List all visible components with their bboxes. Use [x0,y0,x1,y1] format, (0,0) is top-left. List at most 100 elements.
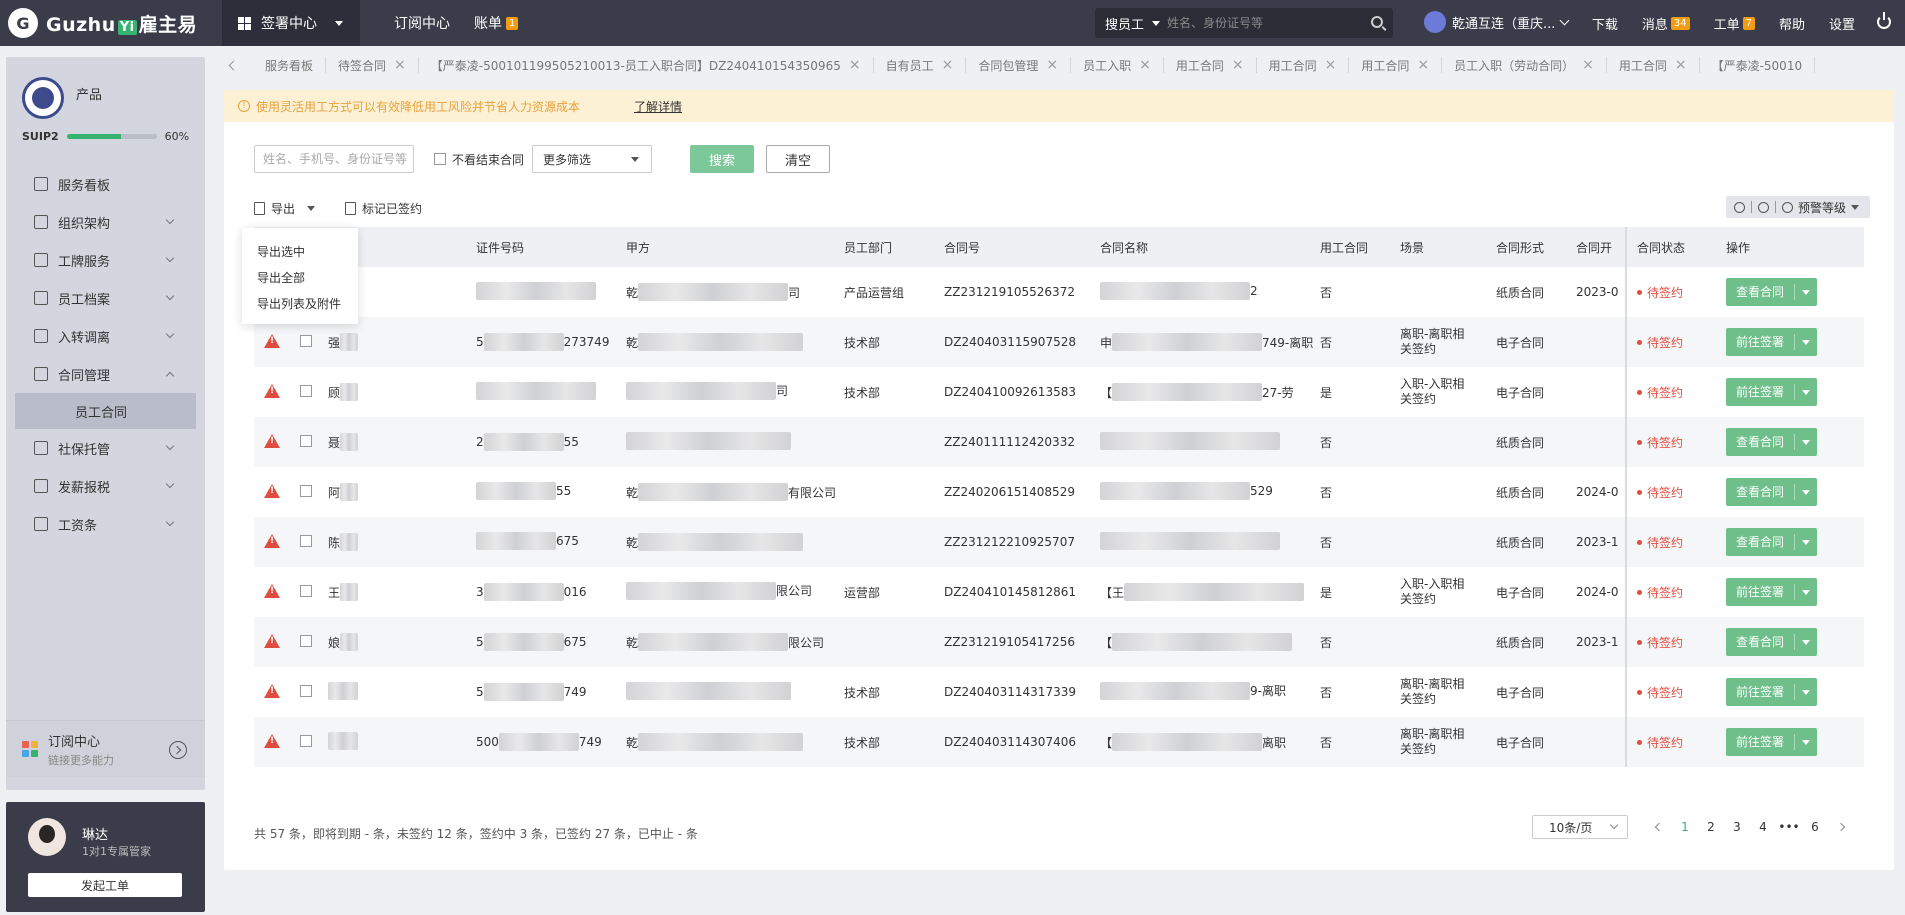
sidebar-item-menu3[interactable]: 员工档案 [6,279,205,317]
tab-1[interactable]: 待签合同 × [326,57,419,73]
caret-down-icon[interactable] [1795,289,1817,295]
keyword-input[interactable] [254,145,414,173]
close-icon[interactable]: × [1675,57,1687,73]
top-link-0[interactable]: 下载 [1592,14,1618,33]
export-option[interactable]: 导出列表及附件 [242,290,358,316]
close-icon[interactable]: × [942,57,954,73]
top-link-1[interactable]: 消息 34 [1642,14,1690,33]
row-action-button[interactable]: 查看合同 [1726,428,1818,456]
tabs-prev-icon[interactable] [228,60,239,70]
row-checkbox[interactable] [300,534,312,547]
page-size-select[interactable]: 10条/页 [1532,815,1628,839]
tab-11[interactable]: 【严泰凌-50010 [1700,57,1816,73]
row-action-button[interactable]: 前往签署 [1726,378,1818,406]
export-option[interactable]: 导出全部 [242,264,358,290]
page-number[interactable]: 1 [1672,820,1698,834]
mark-signed-button[interactable]: 标记已签约 [345,200,422,217]
row-action-button[interactable]: 查看合同 [1726,478,1818,506]
top-link-4[interactable]: 设置 [1829,14,1855,33]
caret-down-icon[interactable] [1795,389,1817,395]
search-type-select[interactable]: 搜员工 [1095,14,1167,33]
caret-down-icon[interactable] [1795,539,1817,545]
caret-down-icon[interactable] [1795,489,1817,495]
table-row[interactable]: 聂 2 55 ZZ240111112420332 否 纸质合同 待签约查看合同 [254,417,1864,467]
company-switcher[interactable]: 乾通互连（重庆... [1424,11,1570,33]
table-row[interactable]: 娘 5 675 乾 限公司 ZZ231219105417256【 否 纸质合同2023-1 待签… [254,617,1864,667]
export-button[interactable]: 导出 [254,200,316,217]
caret-down-icon[interactable] [1795,639,1817,645]
nav-item-1[interactable]: 账单 1 [474,13,519,33]
tab-9[interactable]: 员工入职（劳动合同） × [1442,57,1607,73]
close-icon[interactable]: × [1417,57,1429,73]
close-icon[interactable]: × [1582,57,1594,73]
sidebar-item-menu2[interactable]: 工牌服务 [6,241,205,279]
warning-level-filter[interactable]: 预警等级 [1782,199,1860,216]
row-checkbox[interactable] [300,384,312,397]
row-action-button[interactable]: 前往签署 [1726,328,1818,356]
close-icon[interactable]: × [849,57,861,73]
caret-down-icon[interactable] [1795,439,1817,445]
sidebar-item-menu20[interactable]: 社保托管 [6,429,205,467]
export-option[interactable]: 导出选中 [242,238,358,264]
table-row[interactable]: 雷乾司产品运营组ZZ2312191055263722否纸质合同2023-0待签约… [254,267,1864,317]
table-row[interactable]: 强 5 273749 乾 技术部DZ240403115907528申 749-离职否离职-… [254,317,1864,367]
arrow-right-circle-icon[interactable] [169,741,187,759]
next-page-icon[interactable] [1836,822,1846,832]
row-checkbox[interactable] [300,334,312,347]
row-checkbox[interactable] [300,634,312,647]
table-row[interactable]: 阿 55 乾 有限公司 ZZ240206151408529 529 否 纸质合同 2024-0 待… [254,467,1864,517]
tab-10[interactable]: 用工合同 × [1607,57,1700,73]
top-link-3[interactable]: 帮助 [1779,14,1805,33]
module-switcher[interactable]: 签署中心 [222,0,360,46]
row-action-button[interactable]: 查看合同 [1726,628,1818,656]
search-input[interactable] [1167,16,1347,30]
row-action-button[interactable]: 前往签署 [1726,728,1818,756]
caret-down-icon[interactable] [1795,589,1817,595]
learn-more-link[interactable]: 了解详情 [634,98,682,115]
page-number[interactable]: 4 [1750,820,1776,834]
table-row[interactable]: 5 749 技术部 DZ240403114317339 9-离职 否 离职-离职相关签约 电子… [254,667,1864,717]
top-link-2[interactable]: 工单 7 [1714,14,1755,33]
close-icon[interactable]: × [1325,57,1337,73]
page-number[interactable]: 2 [1698,820,1724,834]
sidebar-item-menu1[interactable]: 组织架构 [6,203,205,241]
tab-4[interactable]: 合同包管理 × [966,57,1072,73]
tab-2[interactable]: 【严泰凌-500101199505210013-员工入职合同】DZ2404101… [419,57,874,73]
sidebar-item-menu4[interactable]: 入转调离 [6,317,205,355]
product-switcher[interactable]: 产品 [22,77,102,119]
close-icon[interactable]: × [394,57,406,73]
create-ticket-button[interactable]: 发起工单 [28,873,182,897]
settings-icon[interactable] [1734,201,1745,213]
nav-item-0[interactable]: 订阅中心 [394,13,450,33]
row-action-button[interactable]: 前往签署 [1726,578,1818,606]
row-action-button[interactable]: 查看合同 [1726,278,1818,306]
row-checkbox[interactable] [300,584,312,597]
page-number[interactable]: ••• [1776,820,1802,834]
row-checkbox[interactable] [300,434,312,447]
tab-6[interactable]: 用工合同 × [1164,57,1257,73]
clear-button[interactable]: 清空 [766,145,831,173]
table-row[interactable]: 顾 司 技术部 DZ240410092613583 【 27-劳 是 入职-入职相关签约 电子合… [254,367,1864,417]
row-checkbox[interactable] [300,484,312,497]
row-checkbox[interactable] [300,684,312,697]
caret-down-icon[interactable] [1795,339,1817,345]
sidebar-item-menu21[interactable]: 发薪报税 [6,467,205,505]
more-filters-select[interactable]: 更多筛选 [532,145,653,173]
tab-7[interactable]: 用工合同 × [1257,57,1350,73]
search-icon[interactable] [1371,16,1383,28]
subscribe-center[interactable]: 订阅中心 链接更多能力 [6,720,205,777]
row-action-button[interactable]: 查看合同 [1726,528,1818,556]
tab-0[interactable]: 服务看板 [253,57,327,73]
page-number[interactable]: 6 [1802,820,1828,834]
sidebar-item-menu22[interactable]: 工资条 [6,505,205,543]
page-number[interactable]: 3 [1724,820,1750,834]
sidebar-subitem-employee-contract[interactable]: 员工合同 [15,393,196,429]
table-row[interactable]: 陈 675 乾 ZZ231212210925707 否 纸质合同2023-1 待签约查看合同 [254,517,1864,567]
caret-down-icon[interactable] [1795,689,1817,695]
prev-page-icon[interactable] [1654,822,1664,832]
close-icon[interactable]: × [1046,57,1058,73]
table-row[interactable]: 500 749 乾 技术部DZ240403114307406【 离职 否离职-离职相关签约… [254,717,1864,767]
hide-ended-checkbox[interactable]: 不看结束合同 [434,151,524,168]
tab-8[interactable]: 用工合同 × [1349,57,1443,73]
tab-5[interactable]: 员工入职 × [1071,57,1164,73]
